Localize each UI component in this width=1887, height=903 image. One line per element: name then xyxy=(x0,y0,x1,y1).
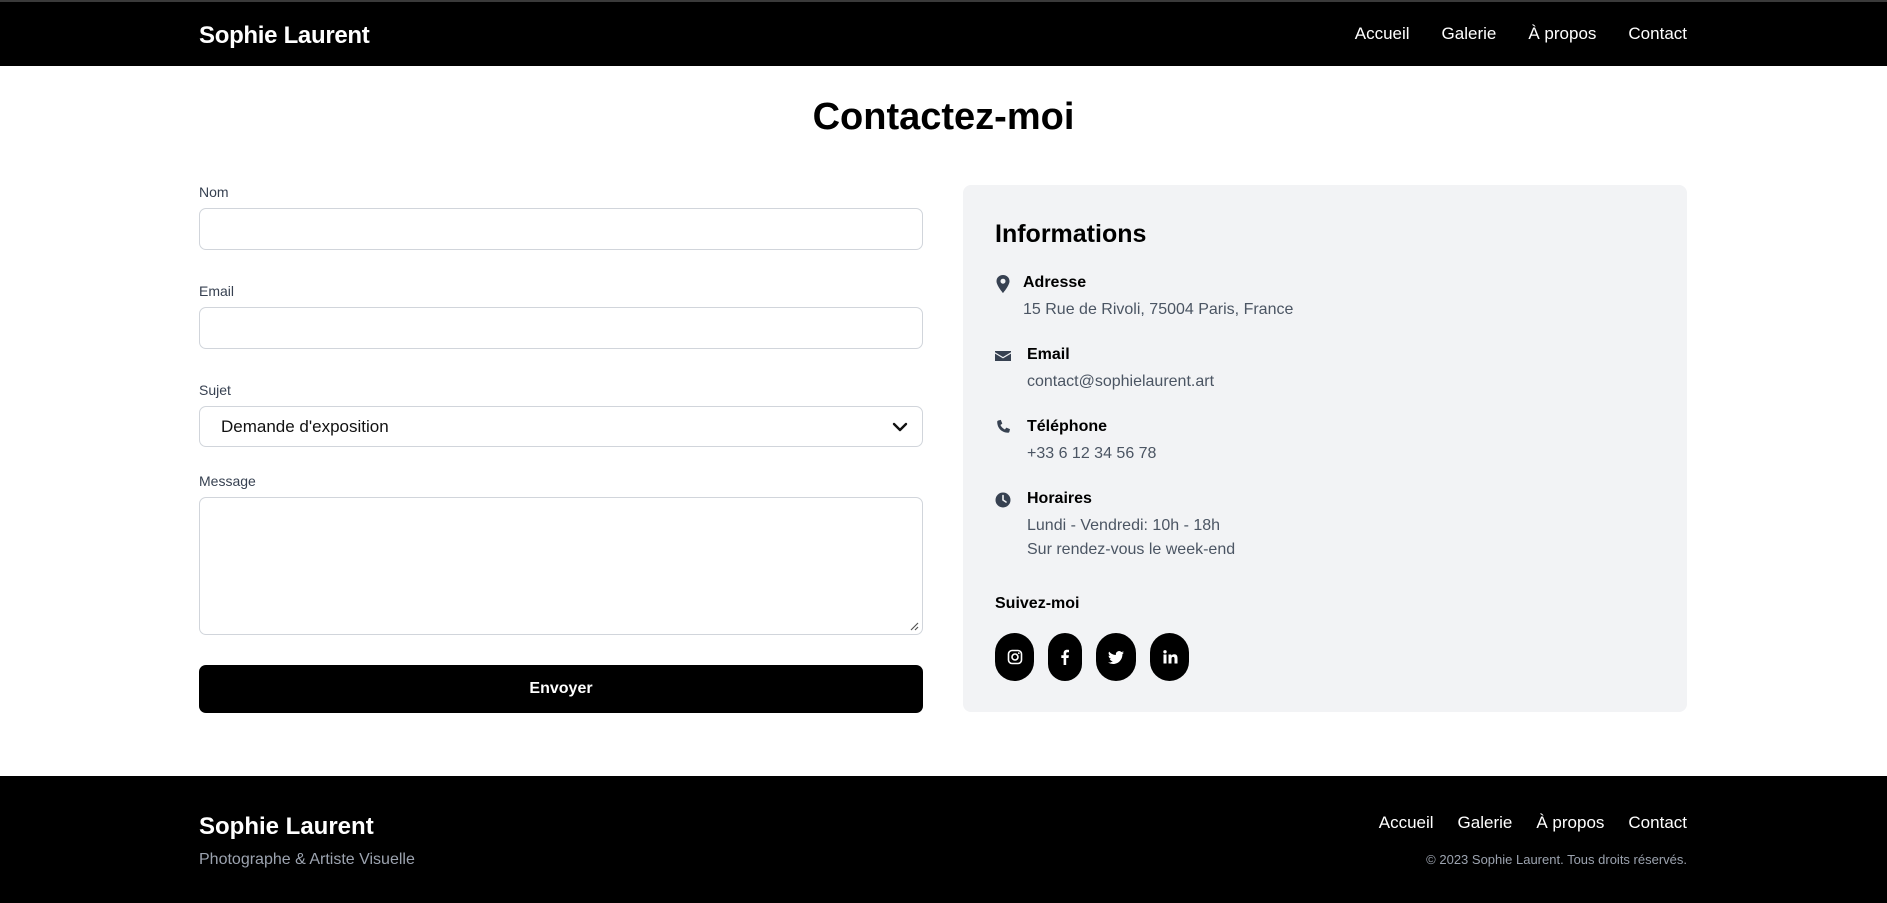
footer-copyright: © 2023 Sophie Laurent. Tous droits réser… xyxy=(1426,852,1687,867)
footer-link-a-propos[interactable]: À propos xyxy=(1536,813,1604,833)
nav-link-a-propos[interactable]: À propos xyxy=(1528,24,1596,44)
facebook-button[interactable] xyxy=(1048,633,1082,681)
linkedin-button[interactable] xyxy=(1150,633,1189,681)
phone-icon xyxy=(997,419,1010,433)
footer-link-galerie[interactable]: Galerie xyxy=(1458,813,1513,833)
info-phone: Téléphone +33 6 12 34 56 78 xyxy=(995,418,1156,466)
main-nav: Accueil Galerie À propos Contact xyxy=(1355,24,1687,44)
instagram-button[interactable] xyxy=(995,633,1034,681)
info-address: Adresse 15 Rue de Rivoli, 75004 Paris, F… xyxy=(995,274,1293,322)
site-footer: Sophie Laurent Photographe & Artiste Vis… xyxy=(0,776,1887,903)
linkedin-icon xyxy=(1162,650,1177,664)
facebook-icon xyxy=(1061,649,1069,665)
subject-select[interactable]: Demande d'exposition xyxy=(199,406,923,447)
nav-link-galerie[interactable]: Galerie xyxy=(1442,24,1497,44)
resize-grip-icon[interactable] xyxy=(909,621,919,631)
site-header: Sophie Laurent Accueil Galerie À propos … xyxy=(0,2,1887,66)
envelope-icon xyxy=(995,351,1011,361)
contact-info-card: Informations Adresse 15 Rue de Rivoli, 7… xyxy=(963,185,1687,712)
submit-button[interactable]: Envoyer xyxy=(199,665,923,713)
address-title: Adresse xyxy=(1023,274,1087,291)
message-textarea[interactable] xyxy=(199,497,923,635)
address-value: 15 Rue de Rivoli, 75004 Paris, France xyxy=(1023,301,1294,318)
email-label: Email xyxy=(199,283,235,299)
email-input[interactable] xyxy=(199,307,923,349)
follow-label: Suivez-moi xyxy=(995,595,1080,612)
nav-link-contact[interactable]: Contact xyxy=(1628,24,1687,44)
info-hours: Horaires Lundi - Vendredi: 10h - 18h Sur… xyxy=(995,490,1235,562)
site-logo-text[interactable]: Sophie Laurent xyxy=(199,22,370,50)
message-label: Message xyxy=(199,473,256,489)
footer-link-accueil[interactable]: Accueil xyxy=(1379,813,1434,833)
footer-tagline: Photographe & Artiste Visuelle xyxy=(199,851,415,868)
social-links xyxy=(995,633,1189,681)
info-heading: Informations xyxy=(995,220,1147,248)
twitter-icon xyxy=(1108,651,1124,664)
name-label: Nom xyxy=(199,184,229,200)
subject-label: Sujet xyxy=(199,382,231,398)
footer-link-contact[interactable]: Contact xyxy=(1628,813,1687,833)
chevron-down-icon xyxy=(892,422,908,432)
nav-link-accueil[interactable]: Accueil xyxy=(1355,24,1410,44)
name-input[interactable] xyxy=(199,208,923,250)
clock-icon xyxy=(995,492,1011,508)
twitter-button[interactable] xyxy=(1096,633,1136,681)
phone-title: Téléphone xyxy=(1027,418,1108,435)
contact-form: Nom Email Sujet Demande d'exposition Mes… xyxy=(199,184,923,713)
footer-nav: Accueil Galerie À propos Contact xyxy=(1379,813,1687,833)
footer-brand: Sophie Laurent xyxy=(199,813,374,840)
email-value[interactable]: contact@sophielaurent.art xyxy=(1027,370,1214,394)
instagram-icon xyxy=(1007,649,1022,665)
page-title: Contactez-moi xyxy=(812,96,1075,138)
subject-selected-value: Demande d'exposition xyxy=(221,417,389,436)
hours-line-2: Sur rendez-vous le week-end xyxy=(1027,541,1236,558)
map-pin-icon xyxy=(996,275,1010,293)
info-email: Email contact@sophielaurent.art xyxy=(995,346,1214,394)
hours-title: Horaires xyxy=(1027,490,1092,507)
hours-line-1: Lundi - Vendredi: 10h - 18h xyxy=(1027,517,1221,534)
email-title: Email xyxy=(1027,346,1070,363)
phone-value[interactable]: +33 6 12 34 56 78 xyxy=(1027,442,1156,466)
